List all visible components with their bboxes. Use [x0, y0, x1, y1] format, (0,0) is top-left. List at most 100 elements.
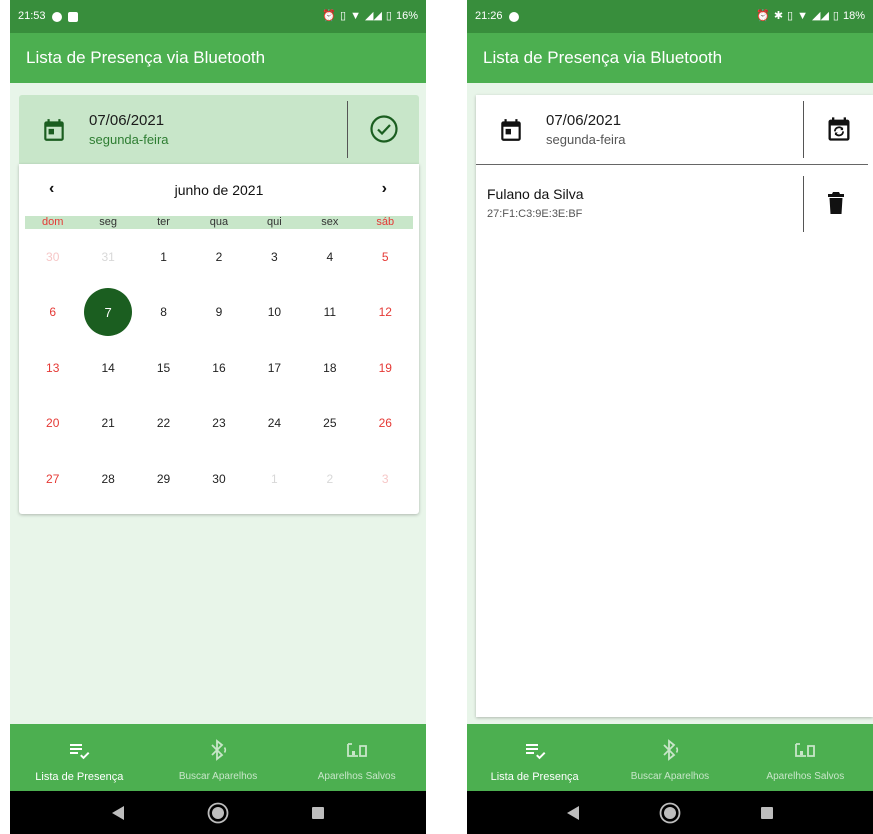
item-divider [803, 176, 804, 232]
playlist-check-icon [525, 744, 546, 760]
calendar-day[interactable]: 13 [25, 340, 80, 396]
nav-lista-presenca[interactable]: Lista de Presença [10, 724, 149, 791]
calendar-day[interactable]: 25 [302, 396, 357, 452]
attendance-list-item[interactable]: Fulano da Silva 27:F1:C3:9E:3E:BF [476, 176, 866, 232]
calendar-day[interactable]: 16 [191, 340, 246, 396]
calendar-day[interactable]: 30 [25, 229, 80, 285]
system-navigation-bar [10, 791, 426, 834]
weekday-label: qui [267, 216, 282, 228]
next-month-button[interactable]: › [382, 180, 387, 198]
header-divider [803, 101, 804, 158]
weekday-header: dom seg ter qua qui sex sáb [25, 216, 413, 229]
calendar-day[interactable]: 17 [247, 340, 302, 396]
signal-icon: ◢◢ [811, 10, 829, 22]
calendar-day[interactable]: 4 [302, 229, 357, 285]
calendar-day[interactable]: 8 [136, 285, 191, 341]
calendar-week: 27 28 29 30 1 2 3 [25, 451, 413, 507]
delete-icon[interactable] [828, 192, 844, 214]
weekday-label: dom [42, 216, 64, 228]
calendar-day[interactable]: 3 [247, 229, 302, 285]
weekday-label: ter [157, 216, 170, 228]
back-icon[interactable] [111, 805, 125, 821]
bluetooth-searching-icon [211, 739, 227, 761]
selected-weekday: segunda-feira [89, 132, 169, 147]
nav-label: Lista de Presença [490, 771, 579, 783]
app-title: Lista de Presença via Bluetooth [26, 48, 266, 67]
app-notification-icon [67, 11, 78, 22]
calendar-week: 30 31 1 2 3 4 5 [25, 229, 413, 285]
calendar-day-selected[interactable]: 7 [80, 285, 135, 341]
calendar-icon [41, 117, 67, 143]
nav-buscar-aparelhos[interactable]: Buscar Aparelhos [149, 724, 288, 791]
calendar-day[interactable]: 22 [136, 396, 191, 452]
weekday-label: sex [321, 216, 339, 228]
recents-icon[interactable] [311, 806, 325, 820]
calendar-day[interactable]: 26 [358, 396, 413, 452]
app-bar: Lista de Presença via Bluetooth [467, 33, 873, 83]
calendar-day[interactable]: 6 [25, 285, 80, 341]
check-circle-icon[interactable] [369, 114, 399, 144]
nav-aparelhos-salvos[interactable]: Aparelhos Salvos [287, 724, 426, 791]
device-mac-address: 27:F1:C3:9E:3E:BF [487, 208, 583, 220]
app-bar: Lista de Presença via Bluetooth [10, 33, 426, 83]
calendar-day[interactable]: 3 [358, 451, 413, 507]
recents-icon[interactable] [760, 806, 774, 820]
calendar-sync-icon[interactable] [825, 115, 855, 145]
calendar-day[interactable]: 14 [80, 340, 135, 396]
nav-lista-presenca[interactable]: Lista de Presença [467, 724, 602, 791]
calendar-day[interactable]: 19 [358, 340, 413, 396]
calendar-day[interactable]: 11 [302, 285, 357, 341]
vibrate-icon: ▯ [340, 10, 347, 22]
calendar-day[interactable]: 1 [247, 451, 302, 507]
nav-aparelhos-salvos[interactable]: Aparelhos Salvos [738, 724, 873, 791]
calendar-day[interactable]: 28 [80, 451, 135, 507]
selected-date: 07/06/2021 [546, 112, 622, 129]
nav-buscar-aparelhos[interactable]: Buscar Aparelhos [602, 724, 737, 791]
calendar-grid: 30 31 1 2 3 4 5 6 7 8 9 10 11 12 13 14 1… [25, 229, 413, 507]
nav-label: Lista de Presença [35, 771, 124, 783]
devices-icon [795, 743, 816, 757]
battery-icon: ▯ [832, 10, 839, 22]
calendar-icon [498, 117, 524, 143]
status-time: 21:26 [475, 10, 503, 22]
calendar-day[interactable]: 23 [191, 396, 246, 452]
nav-label: Buscar Aparelhos [630, 771, 710, 782]
calendar-day[interactable]: 21 [80, 396, 135, 452]
date-header: 07/06/2021 segunda-feira [19, 95, 419, 164]
battery-percent: 18% [842, 10, 865, 22]
calendar-day[interactable]: 2 [302, 451, 357, 507]
devices-icon [346, 743, 367, 757]
month-label: junho de 2021 [174, 182, 264, 198]
calendar-day[interactable]: 15 [136, 340, 191, 396]
home-icon[interactable] [207, 802, 229, 824]
selected-date: 07/06/2021 [89, 112, 165, 129]
calendar-day[interactable]: 10 [247, 285, 302, 341]
system-navigation-bar [467, 791, 873, 834]
calendar-day[interactable]: 2 [191, 229, 246, 285]
calendar-week: 6 7 8 9 10 11 12 [25, 285, 413, 341]
calendar-day[interactable]: 1 [136, 229, 191, 285]
battery-icon: ▯ [385, 10, 392, 22]
calendar-day[interactable]: 24 [247, 396, 302, 452]
calendar-day[interactable]: 29 [136, 451, 191, 507]
calendar-day[interactable]: 9 [191, 285, 246, 341]
calendar-day[interactable]: 30 [191, 451, 246, 507]
calendar-day[interactable]: 31 [80, 229, 135, 285]
calendar-day[interactable]: 5 [358, 229, 413, 285]
home-icon[interactable] [659, 802, 681, 824]
calendar-day[interactable]: 12 [358, 285, 413, 341]
spotify-icon [508, 11, 519, 22]
calendar-day[interactable]: 20 [25, 396, 80, 452]
battery-percent: 16% [395, 10, 418, 22]
phone-screen-left: 21:53 ⏰ ▯ ▼ ◢◢ ▯ 16% Lista de Presença v… [10, 0, 426, 834]
back-icon[interactable] [566, 805, 580, 821]
selected-day-label: 7 [84, 288, 133, 337]
calendar-week: 13 14 15 16 17 18 19 [25, 340, 413, 396]
bottom-navigation: Lista de Presença Buscar Aparelhos Apare… [467, 724, 873, 791]
status-bar: 21:53 ⏰ ▯ ▼ ◢◢ ▯ 16% [10, 0, 426, 33]
phone-screen-right: 21:26 ⏰ ✱ ▯ ▼ ◢◢ ▯ 18% Lista de Presença… [467, 0, 873, 834]
calendar-day[interactable]: 18 [302, 340, 357, 396]
calendar-day[interactable]: 27 [25, 451, 80, 507]
weekday-label: qua [209, 216, 229, 228]
wifi-icon: ▼ [797, 10, 808, 22]
